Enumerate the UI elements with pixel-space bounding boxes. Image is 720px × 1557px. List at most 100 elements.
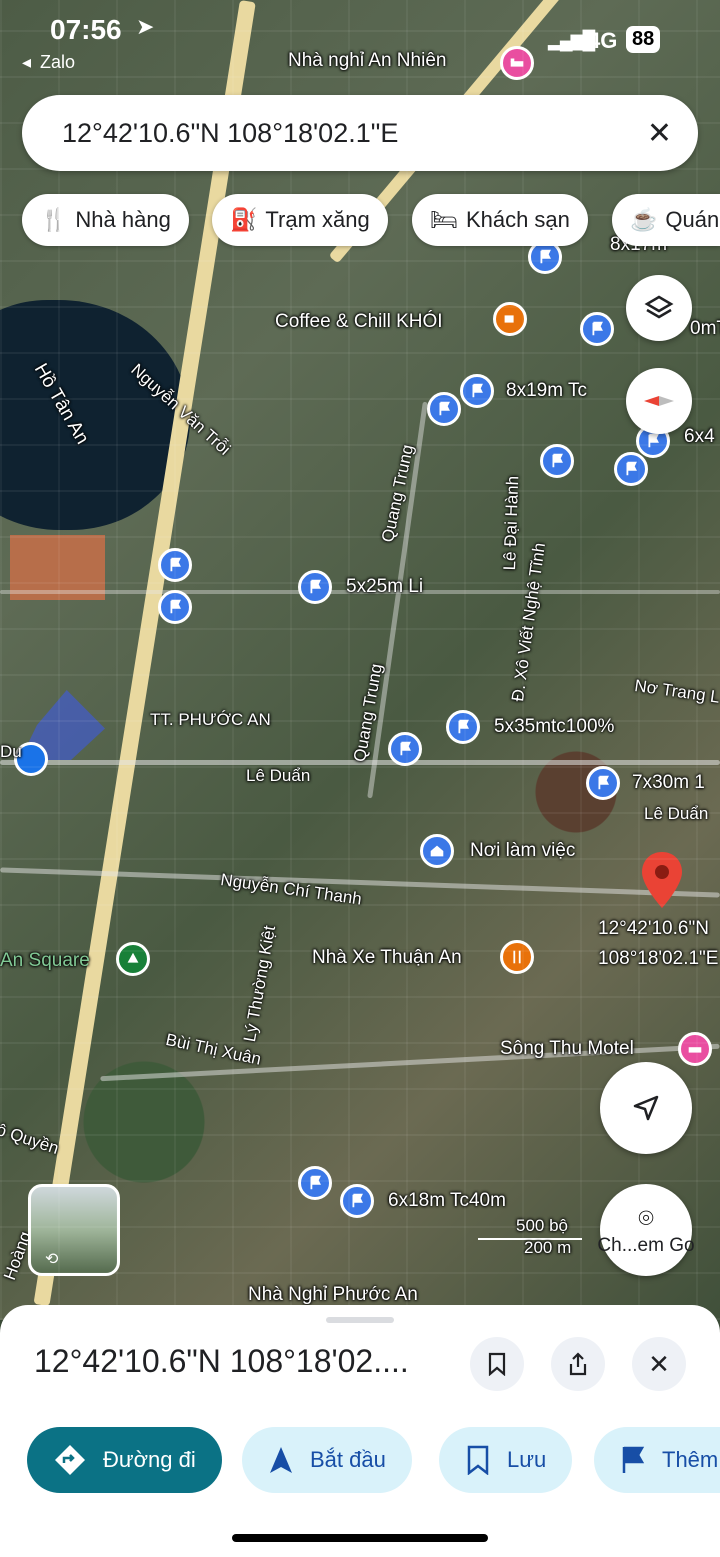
chip-label: Nhà hàng xyxy=(75,207,171,232)
bookmark-icon xyxy=(488,1352,506,1376)
flag-pin-icon[interactable] xyxy=(427,392,461,426)
scale-bar: 500 bộ 200 m xyxy=(478,1216,588,1257)
listing-label: 5x25m Li xyxy=(346,576,424,597)
camera-search-icon: ⌾ xyxy=(638,1203,654,1233)
park-pin-icon[interactable] xyxy=(116,942,150,976)
flag-pin-icon[interactable] xyxy=(446,710,480,744)
flag-pin-icon[interactable] xyxy=(298,570,332,604)
bookmark-icon xyxy=(467,1445,489,1475)
street-du: Du xyxy=(0,742,22,761)
street-le-duan: Lê Duẩn xyxy=(246,766,311,785)
listing-label: 8x19m Tc xyxy=(506,380,587,401)
photo-search-button[interactable]: ⌾ Ch...em Go xyxy=(597,1184,695,1276)
save-icon-button[interactable] xyxy=(470,1337,524,1391)
network-label: 4G xyxy=(588,28,618,53)
listing-label: 6x18m Tc40m xyxy=(388,1190,506,1211)
status-time: 07:56 xyxy=(50,14,122,45)
navigation-arrow-icon xyxy=(270,1447,292,1473)
cafe-pin-icon[interactable] xyxy=(493,302,527,336)
chip-gas-station[interactable]: ⛽ Trạm xăng xyxy=(212,194,388,246)
street-nguyen-chi-thanh: Nguyễn Chí Thanh xyxy=(219,870,364,909)
flag-pin-icon[interactable] xyxy=(298,1166,332,1200)
save-button[interactable]: Lưu xyxy=(439,1427,573,1493)
battery-level: 88 xyxy=(626,26,661,53)
search-input[interactable]: 12°42'10.6"N 108°18'02.1"E xyxy=(62,118,647,149)
action-label: Thêm xyxy=(662,1447,719,1472)
layers-button[interactable] xyxy=(626,275,692,341)
photo-search-label: Ch...em Go xyxy=(597,1235,695,1256)
compass-button[interactable] xyxy=(626,368,692,434)
street-ngo-quyen: ô Quyền xyxy=(0,1120,62,1158)
add-label-button[interactable]: Thêm xyxy=(594,1427,720,1493)
dropped-pin-icon[interactable] xyxy=(640,850,684,910)
navigation-arrow-icon xyxy=(633,1095,659,1121)
directions-button[interactable]: Đường đi xyxy=(27,1427,222,1493)
street-no-trang: Nơ Trang L xyxy=(633,676,720,707)
chip-label: Trạm xăng xyxy=(265,207,370,232)
pin-coords-line1: 12°42'10.6"N xyxy=(598,918,709,939)
flag-pin-icon[interactable] xyxy=(340,1184,374,1218)
action-label: Bắt đầu xyxy=(310,1447,386,1472)
flag-pin-icon[interactable] xyxy=(460,374,494,408)
flag-pin-icon[interactable] xyxy=(540,444,574,478)
directions-icon xyxy=(55,1445,85,1475)
sheet-handle[interactable] xyxy=(326,1317,394,1323)
listing-label: 0mT xyxy=(690,318,720,339)
home-indicator[interactable] xyxy=(232,1534,488,1542)
flag-pin-icon[interactable] xyxy=(586,766,620,800)
restaurant-icon: 🍴 xyxy=(40,207,68,232)
place-nha-nghi-phuoc-an[interactable]: Nhà Nghỉ Phước An xyxy=(248,1284,418,1306)
listing-label: 6x4 xyxy=(684,426,715,447)
street-view-thumbnail[interactable]: ⟲ xyxy=(28,1184,120,1276)
flag-pin-icon[interactable] xyxy=(158,548,192,582)
flag-pin-icon[interactable] xyxy=(388,732,422,766)
scale-feet: 500 bộ xyxy=(516,1216,568,1235)
back-arrow-icon[interactable]: ◂ xyxy=(22,52,31,73)
hotel-pin-icon[interactable] xyxy=(678,1032,712,1066)
chip-hotel[interactable]: 🛏 Khách sạn xyxy=(412,194,588,246)
compass-icon xyxy=(644,396,674,406)
flag-pin-icon[interactable] xyxy=(614,452,648,486)
search-bar[interactable]: 12°42'10.6"N 108°18'02.1"E ✕ xyxy=(22,95,698,171)
flag-pin-icon[interactable] xyxy=(580,312,614,346)
cafe-icon: ☕ xyxy=(630,207,658,232)
back-app-label[interactable]: Zalo xyxy=(40,52,75,73)
location-arrow-icon: ➤ xyxy=(136,14,155,39)
chip-cafe[interactable]: ☕ Quán xyxy=(612,194,720,246)
sheet-title: 12°42'10.6"N 108°18'02.... xyxy=(34,1343,409,1379)
street-ly-thuong-kiet: Lý Thường Kiệt xyxy=(240,924,280,1044)
action-label: Lưu xyxy=(507,1447,547,1472)
layers-icon xyxy=(644,295,674,319)
flag-icon xyxy=(622,1446,645,1473)
rotate-360-icon: ⟲ xyxy=(45,1251,59,1268)
home-pin-icon[interactable] xyxy=(420,834,454,868)
chip-restaurant[interactable]: 🍴 Nhà hàng xyxy=(22,194,189,246)
street-le-dai-hanh: Lê Đại Hành xyxy=(500,475,523,571)
my-location-button[interactable] xyxy=(600,1062,692,1154)
share-icon xyxy=(569,1352,587,1376)
start-button[interactable]: Bắt đầu xyxy=(242,1427,412,1493)
share-button[interactable] xyxy=(551,1337,605,1391)
street-le-duan: Lê Duẩn xyxy=(644,804,709,823)
gas-station-icon: ⛽ xyxy=(230,207,258,232)
place-nha-xe[interactable]: Nhà Xe Thuận An xyxy=(312,947,462,969)
status-bar: 07:56 ➤ ◂ Zalo ▂▄▆█ 4G 88 xyxy=(0,0,720,80)
listing-label: 5x35mtc100% xyxy=(494,716,615,737)
pin-coords-line2: 108°18'02.1"E xyxy=(598,948,719,969)
close-sheet-button[interactable]: ✕ xyxy=(632,1337,686,1391)
signal-icon: ▂▄▆█ xyxy=(548,30,595,50)
place-noi-lam-viec[interactable]: Nơi làm việc xyxy=(470,840,575,862)
hotel-icon: 🛏 xyxy=(430,207,458,232)
chip-label: Quán xyxy=(665,207,720,232)
action-label: Đường đi xyxy=(103,1447,196,1472)
place-song-thu[interactable]: Sông Thu Motel xyxy=(500,1038,634,1060)
flag-pin-icon[interactable] xyxy=(158,590,192,624)
place-an-square[interactable]: An Square xyxy=(0,950,90,972)
restaurant-pin-icon[interactable] xyxy=(500,940,534,974)
scale-meters: 200 m xyxy=(524,1238,572,1257)
listing-label: 7x30m 1 xyxy=(632,772,705,793)
close-icon[interactable]: ✕ xyxy=(647,116,672,151)
place-coffee[interactable]: Coffee & Chill KHÓI xyxy=(275,311,443,333)
chip-label: Khách sạn xyxy=(465,207,570,232)
place-tt-phuoc-an: TT. PHƯỚC AN xyxy=(150,710,271,729)
